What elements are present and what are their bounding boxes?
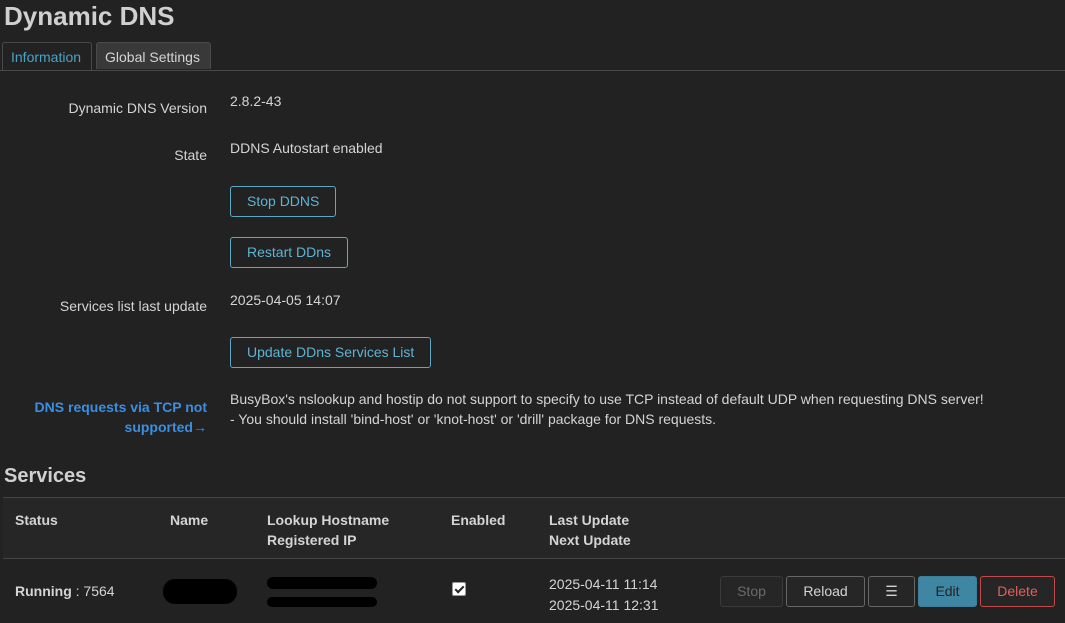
tab-bar: Information Global Settings	[0, 42, 1065, 71]
update-times: 2025-04-11 11:14 2025-04-11 12:31	[549, 574, 659, 616]
service-status-text: Running	[15, 583, 72, 599]
services-update-value: 2025-04-05 14:07	[230, 292, 341, 308]
update-services-list-button[interactable]: Update DDns Services List	[230, 337, 432, 368]
enabled-checkbox[interactable]	[452, 582, 466, 596]
tcp-warning-line2: - You should install 'bind-host' or 'kno…	[230, 411, 717, 427]
service-status: Running : 7564	[15, 583, 115, 599]
restart-ddns-button[interactable]: Restart DDns	[230, 237, 349, 268]
state-value: DDNS Autostart enabled	[230, 140, 383, 156]
redacted-lookup-hostname	[267, 577, 377, 589]
stop-service-button[interactable]: Stop	[720, 576, 783, 607]
version-label: Dynamic DNS Version	[68, 100, 208, 116]
column-lookup-hostname-label: Lookup Hostname	[267, 512, 390, 528]
redacted-registered-ip	[267, 597, 377, 607]
column-status: Status	[15, 512, 58, 528]
tab-global-settings[interactable]: Global Settings	[96, 42, 211, 69]
edit-service-button[interactable]: Edit	[918, 576, 977, 607]
column-next-update-label: Next Update	[549, 532, 631, 548]
column-enabled: Enabled	[451, 512, 506, 528]
column-last-update: Last Update Next Update	[549, 510, 631, 550]
tcp-warning-text: BusyBox's nslookup and hostip do not sup…	[230, 389, 984, 429]
column-lookup-hostname: Lookup Hostname Registered IP	[267, 510, 389, 550]
stop-ddns-button[interactable]: Stop DDNS	[230, 186, 337, 217]
services-table-header: Status Name Lookup Hostname Registered I…	[3, 497, 1065, 559]
column-last-update-label: Last Update	[549, 512, 630, 528]
column-registered-ip-label: Registered IP	[267, 532, 357, 548]
menu-icon[interactable]: ☰	[868, 576, 915, 607]
version-value: 2.8.2-43	[230, 93, 282, 109]
delete-service-button[interactable]: Delete	[980, 576, 1055, 607]
tcp-warning-label: DNS requests via TCP not supported→	[34, 399, 207, 435]
column-name: Name	[170, 512, 209, 528]
state-label: State	[174, 147, 207, 163]
next-update-value: 2025-04-11 12:31	[549, 597, 659, 613]
services-update-label: Services list last update	[59, 298, 207, 314]
page-title: Dynamic DNS	[4, 1, 175, 31]
tab-information[interactable]: Information	[2, 42, 92, 70]
reload-service-button[interactable]: Reload	[786, 576, 865, 607]
last-update-value: 2025-04-11 11:14	[549, 576, 658, 592]
tcp-warning-line1: BusyBox's nslookup and hostip do not sup…	[230, 391, 984, 407]
redacted-service-name	[163, 579, 237, 604]
service-pid: : 7564	[71, 583, 115, 599]
services-section-title: Services	[4, 465, 87, 487]
